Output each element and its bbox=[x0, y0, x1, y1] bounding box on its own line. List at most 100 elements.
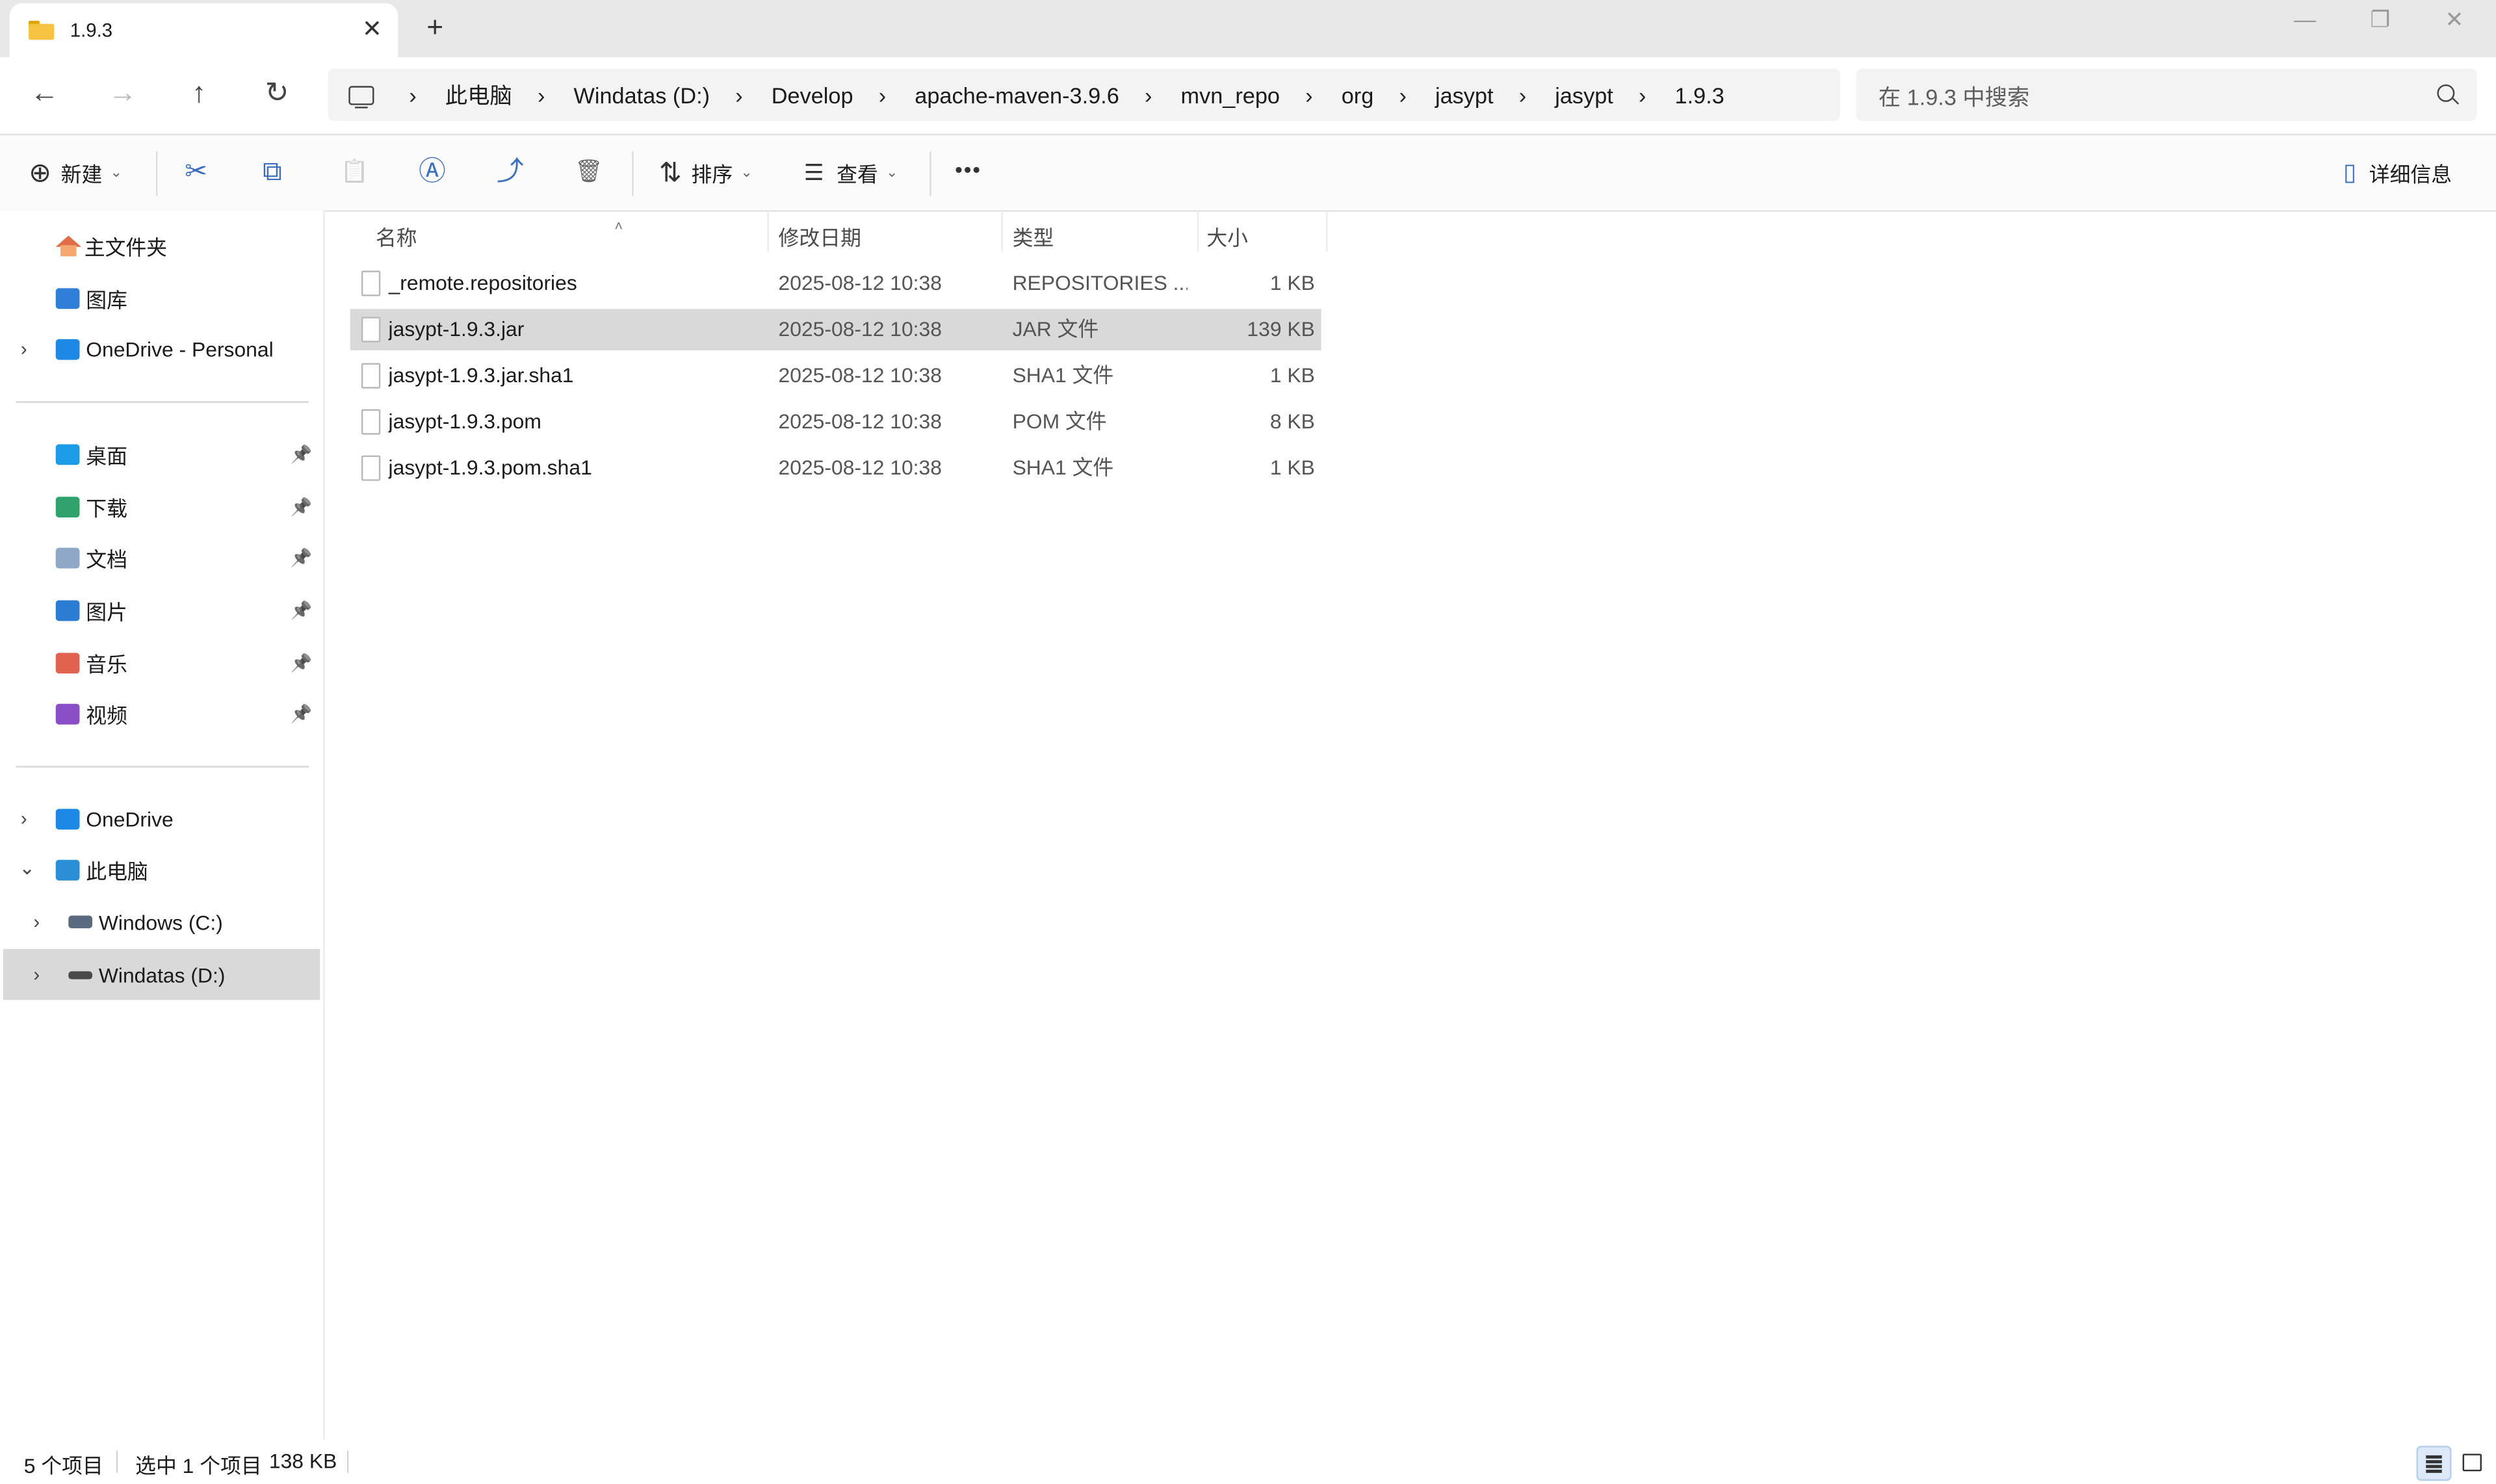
drive-icon bbox=[68, 970, 93, 979]
details-label: 详细信息 bbox=[2369, 162, 2452, 187]
breadcrumb-separator-icon[interactable]: › bbox=[735, 82, 742, 107]
rename-icon: Ⓐ bbox=[419, 156, 446, 187]
new-tab-button[interactable]: + bbox=[426, 11, 443, 44]
back-button[interactable]: ← bbox=[25, 77, 64, 110]
pin-icon: 📌 bbox=[290, 653, 313, 673]
sidebar-item-this-pc[interactable]: ⌄ 此电脑 bbox=[0, 844, 320, 894]
status-divider bbox=[116, 1450, 118, 1473]
search-input[interactable]: 在 1.9.3 中搜索 bbox=[1856, 68, 2477, 122]
sort-label: 排序 bbox=[691, 162, 733, 187]
chevron-right-icon[interactable]: › bbox=[33, 963, 40, 985]
view-button[interactable]: ☰ 查看 ⌄ bbox=[804, 158, 898, 189]
share-button[interactable]: ⤴ bbox=[497, 158, 524, 185]
breadcrumb-separator-icon[interactable]: › bbox=[879, 82, 886, 107]
delete-button[interactable]: 🗑 bbox=[575, 158, 603, 185]
more-options-button[interactable]: ••• bbox=[955, 158, 982, 182]
computer-icon bbox=[348, 85, 374, 109]
breadcrumb-develop[interactable]: Develop bbox=[772, 82, 853, 107]
column-divider[interactable] bbox=[1001, 210, 1003, 252]
column-header-size[interactable]: 大小 bbox=[1206, 218, 1248, 260]
chevron-right-icon[interactable]: › bbox=[21, 337, 27, 359]
column-header-name[interactable]: 名称 ˄ bbox=[376, 218, 623, 260]
minimize-button[interactable]: — bbox=[2294, 7, 2316, 32]
chevron-down-icon[interactable]: ⌄ bbox=[19, 857, 35, 879]
sidebar-item-drive-c[interactable]: › Windows (C:) bbox=[0, 896, 320, 947]
sidebar-label: 视频 bbox=[86, 703, 127, 727]
sidebar-item-drive-d[interactable]: › Windatas (D:) bbox=[3, 948, 320, 1000]
sidebar-label: 主文件夹 bbox=[84, 235, 168, 259]
forward-button[interactable]: → bbox=[103, 77, 142, 110]
tiles-view-icon bbox=[2462, 1453, 2482, 1472]
column-divider[interactable] bbox=[767, 210, 769, 252]
cut-button[interactable]: ✂ bbox=[185, 158, 207, 185]
file-modified: 2025-08-12 10:38 bbox=[778, 363, 942, 387]
sidebar-item-downloads[interactable]: 下载 📌 bbox=[0, 481, 320, 532]
sidebar-item-desktop[interactable]: 桌面 📌 bbox=[0, 428, 320, 479]
sidebar-label: 桌面 bbox=[86, 443, 127, 467]
column-divider[interactable] bbox=[1197, 210, 1199, 252]
refresh-button[interactable]: ↻ bbox=[258, 77, 296, 110]
chevron-right-icon[interactable]: › bbox=[33, 911, 40, 933]
file-icon bbox=[361, 409, 381, 435]
close-window-button[interactable]: ✕ bbox=[2445, 7, 2464, 34]
copy-button[interactable]: ⧉ bbox=[263, 158, 282, 185]
details-pane-button[interactable]: ▯ 详细信息 bbox=[2343, 158, 2452, 189]
chevron-right-icon[interactable]: › bbox=[21, 807, 27, 829]
breadcrumb-separator-icon[interactable]: › bbox=[1639, 82, 1646, 107]
navigation-bar: ← → ↑ ↻ › 此电脑 › Windatas (D:) › Develop … bbox=[0, 57, 2496, 134]
sidebar-item-music[interactable]: 音乐 📌 bbox=[0, 637, 320, 688]
title-bar: 1.9.3 ✕ + — ❐ ✕ bbox=[0, 0, 2496, 58]
up-button[interactable]: ↑ bbox=[180, 77, 218, 110]
copy-icon: ⧉ bbox=[263, 156, 282, 187]
column-header-type[interactable]: 类型 bbox=[1013, 218, 1054, 260]
file-row[interactable]: jasypt-1.9.3.jar.sha1 2025-08-12 10:38 S… bbox=[350, 355, 1321, 397]
sort-icon: ⇅ bbox=[658, 157, 682, 189]
column-header-modified[interactable]: 修改日期 bbox=[779, 218, 861, 260]
breadcrumb-separator-icon[interactable]: › bbox=[1399, 82, 1406, 107]
breadcrumb-separator-icon[interactable]: › bbox=[538, 82, 545, 107]
breadcrumb-drive-d[interactable]: Windatas (D:) bbox=[573, 82, 710, 107]
breadcrumb-separator-icon[interactable]: › bbox=[1145, 82, 1152, 107]
file-row[interactable]: jasypt-1.9.3.pom 2025-08-12 10:38 POM 文件… bbox=[350, 401, 1321, 443]
sidebar-item-pictures[interactable]: 图片 📌 bbox=[0, 584, 320, 635]
breadcrumb-org[interactable]: org bbox=[1342, 82, 1374, 107]
file-row[interactable]: jasypt-1.9.3.pom.sha1 2025-08-12 10:38 S… bbox=[350, 447, 1321, 489]
search-icon[interactable] bbox=[2437, 84, 2455, 102]
breadcrumb-jasypt-artifact[interactable]: jasypt bbox=[1555, 82, 1613, 107]
pin-icon: 📌 bbox=[290, 497, 313, 517]
sidebar-divider bbox=[16, 401, 309, 403]
sidebar-item-onedrive[interactable]: › OneDrive bbox=[0, 793, 320, 844]
sidebar-item-gallery[interactable]: 图库 bbox=[0, 272, 320, 323]
file-icon bbox=[361, 270, 381, 296]
sidebar-item-home[interactable]: 主文件夹 bbox=[0, 220, 320, 270]
new-button[interactable]: ⊕ 新建 ⌄ bbox=[29, 158, 122, 189]
toolbar-divider bbox=[930, 151, 931, 196]
sort-button[interactable]: ⇅ 排序 ⌄ bbox=[659, 158, 753, 189]
file-row[interactable]: _remote.repositories 2025-08-12 10:38 RE… bbox=[350, 263, 1321, 304]
file-name: jasypt-1.9.3.pom bbox=[388, 409, 541, 434]
file-modified: 2025-08-12 10:38 bbox=[778, 270, 942, 295]
navigation-pane: 主文件夹 图库 › OneDrive - Personal 桌面 📌 下载 📌 … bbox=[0, 210, 325, 1440]
rename-button[interactable]: Ⓐ bbox=[419, 158, 446, 185]
address-bar[interactable]: › 此电脑 › Windatas (D:) › Develop › apache… bbox=[328, 68, 1841, 122]
details-view-button[interactable] bbox=[2416, 1446, 2452, 1481]
breadcrumb-version[interactable]: 1.9.3 bbox=[1675, 82, 1724, 107]
tab-close-icon[interactable]: ✕ bbox=[362, 14, 382, 43]
column-divider[interactable] bbox=[1326, 210, 1328, 252]
sidebar-item-documents[interactable]: 文档 📌 bbox=[0, 532, 320, 582]
breadcrumb-mvn-repo[interactable]: mvn_repo bbox=[1181, 82, 1280, 107]
breadcrumb-separator-icon[interactable]: › bbox=[1305, 82, 1312, 107]
folder-tab[interactable]: 1.9.3 ✕ bbox=[9, 3, 398, 58]
breadcrumb-separator-icon[interactable]: › bbox=[1519, 82, 1526, 107]
breadcrumb-jasypt-group[interactable]: jasypt bbox=[1435, 82, 1494, 107]
pin-icon: 📌 bbox=[290, 601, 313, 621]
maximize-button[interactable]: ❐ bbox=[2371, 7, 2391, 34]
folder-icon bbox=[29, 20, 55, 40]
breadcrumb-this-pc[interactable]: 此电脑 bbox=[445, 79, 512, 111]
file-row[interactable]: jasypt-1.9.3.jar 2025-08-12 10:38 JAR 文件… bbox=[350, 309, 1321, 350]
sidebar-item-videos[interactable]: 视频 📌 bbox=[0, 688, 320, 738]
tiles-view-button[interactable] bbox=[2456, 1446, 2488, 1477]
paste-button[interactable]: 📋 bbox=[341, 158, 369, 185]
sidebar-item-onedrive-personal[interactable]: › OneDrive - Personal bbox=[0, 323, 320, 374]
breadcrumb-apache-maven[interactable]: apache-maven-3.9.6 bbox=[915, 82, 1119, 107]
